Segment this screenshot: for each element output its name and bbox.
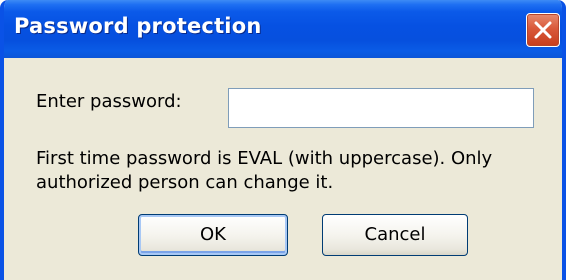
close-icon [534,21,552,39]
password-label: Enter password: [36,91,182,112]
info-message: First time password is EVAL (with upperc… [36,148,493,193]
title-bar[interactable]: Password protection [4,0,562,58]
password-dialog: Password protection Enter password: Firs… [0,0,566,280]
close-button[interactable] [526,13,560,47]
cancel-button[interactable]: Cancel [322,214,468,256]
dialog-title: Password protection [14,14,262,38]
password-input[interactable] [228,88,534,128]
ok-button[interactable]: OK [138,214,288,256]
